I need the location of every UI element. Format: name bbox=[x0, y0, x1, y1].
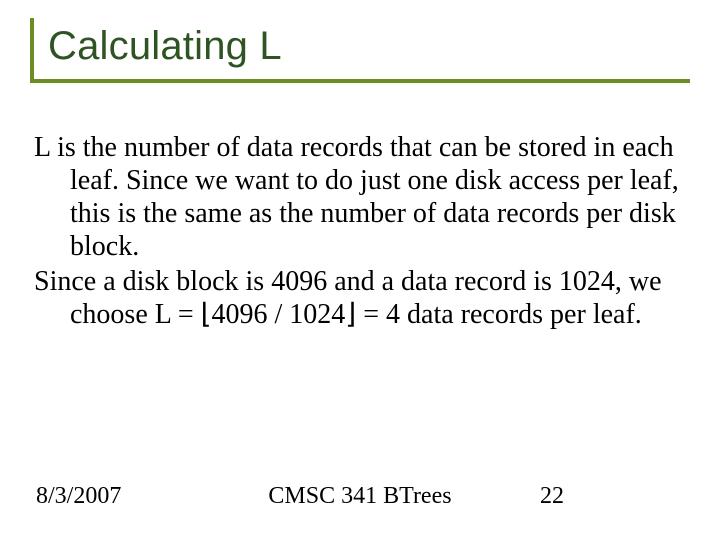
body-paragraph-2: Since a disk block is 4096 and a data re… bbox=[34, 265, 682, 331]
footer-page-number: 22 bbox=[540, 483, 564, 510]
title-container: Calculating L bbox=[30, 18, 690, 83]
body-paragraph-1: L is the number of data records that can… bbox=[34, 131, 682, 263]
slide-title: Calculating L bbox=[48, 24, 690, 69]
slide-footer: 8/3/2007 CMSC 341 BTrees 22 bbox=[30, 483, 690, 510]
slide: Calculating L L is the number of data re… bbox=[0, 0, 720, 540]
slide-body: L is the number of data records that can… bbox=[30, 131, 690, 331]
footer-date: 8/3/2007 bbox=[36, 483, 121, 510]
footer-course: CMSC 341 BTrees bbox=[268, 483, 451, 510]
